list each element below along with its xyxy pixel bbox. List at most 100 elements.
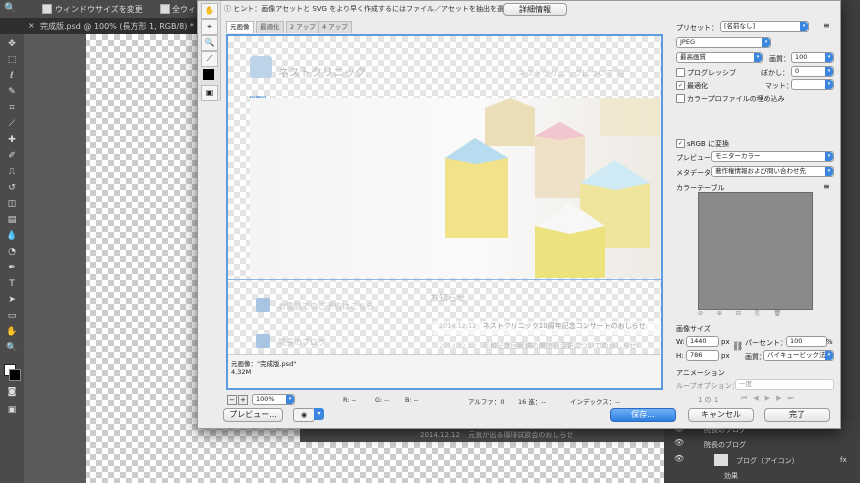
stamp-tool-icon[interactable]: ⎍: [4, 166, 20, 179]
eyedropper-tool-icon[interactable]: ⟋: [201, 51, 218, 67]
layer-eye-icon[interactable]: 👁: [674, 454, 684, 463]
resample-select[interactable]: バイキュービック法 ▾: [763, 350, 834, 361]
panel-menu-icon[interactable]: ≡: [823, 21, 830, 30]
chevron-down-icon: ▾: [825, 67, 833, 76]
save-button[interactable]: 保存...: [610, 408, 676, 422]
matte-select[interactable]: ▾: [791, 79, 834, 90]
eraser-tool-icon[interactable]: ◫: [4, 198, 20, 211]
format-select[interactable]: JPEG ▾: [676, 37, 771, 48]
width-label: W:: [676, 338, 685, 346]
detail-info-button[interactable]: 詳細情報: [503, 3, 567, 16]
fit-window-checkbox[interactable]: [42, 4, 52, 14]
all-windows-checkbox[interactable]: [160, 4, 170, 14]
lasso-tool-icon[interactable]: ℓ: [4, 70, 20, 83]
logo-house-icon: [250, 56, 272, 78]
hand-tool-icon[interactable]: ✋: [201, 3, 218, 19]
progressive-checkbox[interactable]: [676, 68, 685, 77]
pen-tool-icon[interactable]: ✒: [4, 262, 20, 275]
tab-optimized[interactable]: 最適化: [256, 21, 284, 33]
history-brush-icon[interactable]: ↺: [4, 182, 20, 195]
tab-2up[interactable]: 2 アップ: [286, 21, 320, 33]
preset-label: プリセット：: [676, 24, 718, 32]
metadata-select[interactable]: 著作権情報および問い合わせ先 ▾: [711, 166, 834, 177]
height-input[interactable]: 786: [686, 350, 719, 361]
quality-value: 100: [795, 53, 808, 61]
layer-name[interactable]: ブログ（アイコン）: [736, 456, 799, 466]
color-table-menu-icon[interactable]: ≡: [823, 182, 830, 191]
loop-label: ループオプション：: [676, 382, 739, 390]
color-table: [698, 192, 813, 310]
zoom-tool-icon[interactable]: 🔍: [4, 3, 16, 14]
srgb-checkbox[interactable]: ✓: [676, 139, 685, 148]
r-value: R: --: [343, 396, 357, 404]
srgb-label: sRGB に変換: [687, 140, 729, 148]
news-date: 2014.12.12: [439, 322, 477, 330]
optimize-label: 最適化: [687, 82, 708, 90]
crop-tool-icon[interactable]: ⌗: [4, 102, 20, 115]
percent-input[interactable]: 100: [786, 336, 827, 347]
cancel-button[interactable]: キャンセル: [688, 408, 754, 422]
zoom-out-button[interactable]: −: [227, 395, 237, 405]
matte-label: マット：: [765, 82, 793, 90]
brush-tool-icon[interactable]: ✐: [4, 150, 20, 163]
healing-tool-icon[interactable]: ✚: [4, 134, 20, 147]
tools-panel: ✥ ⬚ ℓ ✎ ⌗ ⟋ ✚ ✐ ⎍ ↺ ◫ ▤ 💧 ◔ ✒ T ➤ ▭ ✋ 🔍 …: [0, 34, 25, 483]
quality-mode-select[interactable]: 最高画質 ▾: [676, 52, 763, 63]
preview-browser-button[interactable]: プレビュー...: [223, 408, 283, 422]
chevron-down-icon[interactable]: ▾: [314, 408, 324, 420]
tab-4up[interactable]: 4 アップ: [318, 21, 352, 33]
zoom-value: 100%: [256, 395, 275, 403]
browser-icon[interactable]: ◉: [293, 408, 315, 422]
quality-input[interactable]: 100 ▾: [791, 52, 834, 63]
preview-mode-select[interactable]: モニターカラー ▾: [711, 151, 834, 162]
zoom-tool-icon[interactable]: 🔍: [4, 342, 20, 355]
zoom-select[interactable]: 100% ▾: [252, 394, 295, 405]
done-button[interactable]: 完了: [764, 408, 830, 422]
percent-label: パーセント：: [745, 339, 787, 347]
preview-mode-value: モニターカラー: [715, 152, 761, 160]
quick-select-tool-icon[interactable]: ✎: [4, 86, 20, 99]
background-color-swatch[interactable]: [9, 369, 21, 381]
image-preview[interactable]: ネストクリニック ネストクリニックについて 院 01 23: [226, 34, 663, 390]
format-value: JPEG: [680, 38, 695, 46]
eyedropper-tool-icon[interactable]: ⟋: [4, 118, 20, 131]
zoom-in-button[interactable]: +: [238, 395, 248, 405]
close-icon[interactable]: ×: [28, 21, 35, 30]
slice-select-tool-icon[interactable]: ⌖: [201, 19, 218, 35]
blur-label: ぼかし：: [761, 69, 789, 77]
color-table-tools[interactable]: ⊘ ⊕ ⊟ ⎘ 🗑: [698, 310, 811, 320]
document-tab[interactable]: 完成版.psd @ 100% (長方形 1, RGB/8) *: [40, 21, 194, 32]
blur-tool-icon[interactable]: 💧: [4, 230, 20, 243]
gradient-tool-icon[interactable]: ▤: [4, 214, 20, 227]
link-icon[interactable]: ⛓: [732, 342, 743, 352]
news-row: 2014.12.12 平和記念回廊稿の開館日変更についてのおしらせ: [433, 341, 661, 354]
move-tool-icon[interactable]: ✥: [4, 38, 20, 51]
path-select-tool-icon[interactable]: ➤: [4, 294, 20, 307]
dialog-bottom-bar: − + 100% ▾ R: -- G: -- B: -- アルファ：0 16 進：…: [198, 393, 840, 428]
effects-label: 効果: [724, 472, 738, 480]
embed-profile-checkbox[interactable]: [676, 94, 685, 103]
quality-label: 画質：: [769, 55, 790, 63]
blur-input[interactable]: 0 ▾: [791, 66, 834, 77]
preset-select[interactable]: [名前なし] ▾: [720, 21, 809, 32]
tab-original[interactable]: 元画像: [226, 21, 254, 33]
layer-name[interactable]: 院長のブログ: [704, 440, 746, 450]
toggle-slices-icon[interactable]: ▣: [201, 85, 218, 101]
hand-tool-icon[interactable]: ✋: [4, 326, 20, 339]
layer-thumbnail: [714, 454, 728, 466]
optimize-checkbox[interactable]: ✓: [676, 81, 685, 90]
width-input[interactable]: 1440: [686, 336, 719, 347]
type-tool-icon[interactable]: T: [4, 278, 20, 291]
quick-mask-icon[interactable]: ◙: [4, 386, 20, 399]
chevron-down-icon: ▾: [754, 53, 762, 62]
dodge-tool-icon[interactable]: ◔: [4, 246, 20, 259]
shape-tool-icon[interactable]: ▭: [4, 310, 20, 323]
progressive-label: プログレッシブ: [687, 69, 736, 77]
marquee-tool-icon[interactable]: ⬚: [4, 54, 20, 67]
layer-eye-icon[interactable]: 👁: [674, 438, 684, 447]
fx-icon: fx: [840, 456, 847, 464]
screen-mode-icon[interactable]: ▣: [4, 404, 20, 417]
news-row: 2014.12.12 ネストクリニック10周年記念コンサートのおしらせ: [433, 321, 661, 335]
eyedropper-color-swatch[interactable]: [203, 69, 214, 80]
zoom-tool-icon[interactable]: 🔍: [201, 35, 218, 51]
